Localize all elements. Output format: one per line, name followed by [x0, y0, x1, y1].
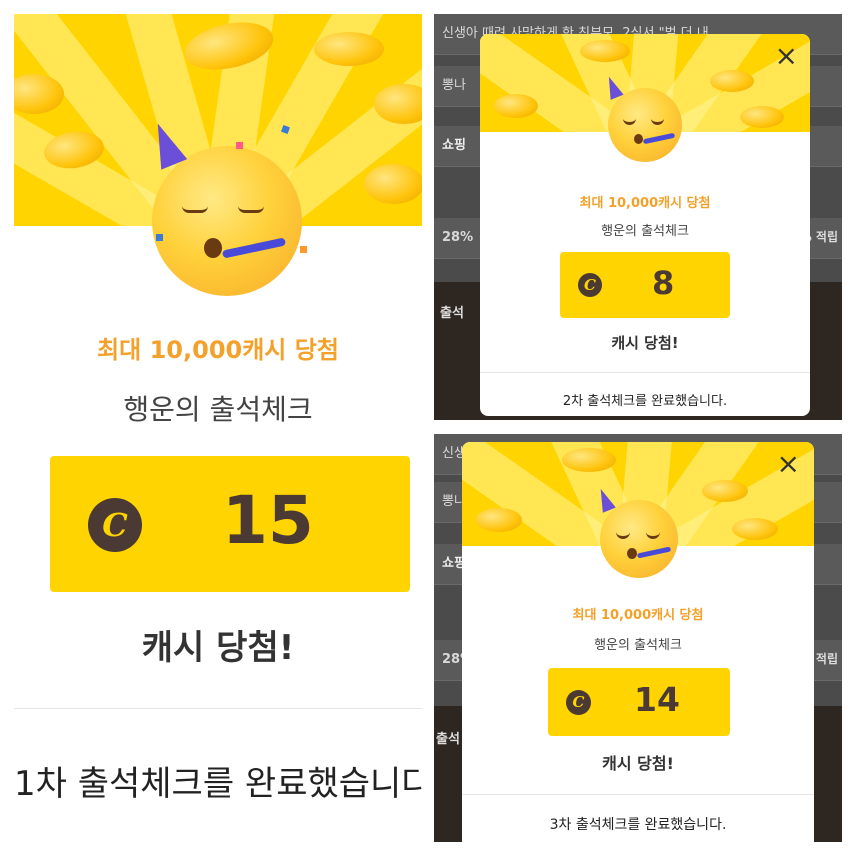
coin-decor	[702, 480, 748, 502]
screen-third-attendance: 신생아 때려 사망하게 한 친부모, 2심서 "벌 더 내... 뽕나 쇼핑 2…	[434, 434, 842, 842]
attendance-title: 행운의 출석체크	[594, 638, 682, 653]
reward-amount-box: C 8	[560, 252, 730, 318]
cash-coin-icon: C	[578, 273, 602, 297]
emoji-mouth	[204, 238, 222, 258]
coin-decor	[580, 40, 630, 62]
coin-decor	[476, 508, 522, 532]
coin-decor	[732, 518, 778, 540]
coin-decor	[710, 70, 754, 92]
attendance-dialog: × 최대 10,000캐시 당첨 행운의 출석체크 C 8 캐시 당첨! 2차 …	[480, 34, 810, 416]
partying-face-icon	[600, 500, 678, 578]
reward-amount: 14	[634, 680, 680, 719]
partying-face-icon	[152, 146, 302, 296]
attendance-dialog: × 최대 10,000캐시 당첨 행운의 출석체크 C 14 캐시 당첨! 3차…	[462, 442, 814, 842]
close-icon[interactable]: ×	[775, 42, 798, 70]
reward-amount-box: C 14	[548, 668, 730, 736]
cash-won-text: 캐시 당첨!	[141, 628, 295, 668]
completion-message: 3차 출석체크를 완료했습니다.	[549, 817, 727, 833]
coin-decor	[14, 74, 64, 114]
coin-decor	[562, 448, 616, 472]
partying-face-icon	[608, 88, 682, 162]
attendance-dialog-zoomed: 최대 10,000캐시 당첨 행운의 출석체크 C 15 캐시 당첨! 1차 출…	[14, 14, 422, 842]
cash-coin-icon: C	[88, 498, 142, 552]
close-icon[interactable]: ×	[777, 450, 800, 478]
coin-decor	[314, 32, 384, 66]
emoji-eye	[616, 532, 630, 539]
confetti	[156, 234, 163, 241]
cash-won-text: 캐시 당첨!	[602, 754, 674, 773]
coin-decor	[740, 106, 784, 128]
cash-coin-icon: C	[566, 690, 591, 715]
emoji-eye	[238, 206, 264, 213]
background-attendance-label: 출석	[436, 732, 460, 747]
attendance-title: 행운의 출석체크	[123, 393, 313, 426]
party-horn	[642, 132, 676, 145]
emoji-mouth	[627, 548, 637, 559]
coin-decor	[494, 94, 538, 118]
max-prize-text: 최대 10,000캐시 당첨	[579, 196, 711, 211]
emoji-eye	[182, 206, 208, 213]
emoji-eye	[623, 118, 636, 125]
screen-second-attendance: 신생아 때려 사망하게 한 친부모, 2심서 "벌 더 내... 뽕나 쇼핑 2…	[434, 14, 842, 420]
party-horn	[636, 546, 672, 559]
coin-decor	[364, 164, 422, 204]
completion-message: 1차 출석체크를 완료했습니다	[14, 764, 422, 804]
completion-message: 2차 출석체크를 완료했습니다.	[562, 394, 728, 409]
attendance-title: 행운의 출석체크	[601, 224, 689, 239]
max-prize-text: 최대 10,000캐시 당첨	[97, 336, 339, 364]
emoji-eye	[646, 532, 660, 539]
reward-amount-box: C 15	[50, 456, 410, 592]
confetti	[300, 246, 307, 253]
background-attendance-label: 출석	[440, 306, 464, 321]
divider	[480, 372, 810, 373]
emoji-mouth	[634, 134, 643, 144]
divider	[462, 794, 814, 795]
divider	[14, 708, 422, 709]
cash-won-text: 캐시 당첨!	[611, 334, 679, 352]
confetti	[236, 142, 243, 149]
reward-amount: 15	[222, 482, 314, 559]
reward-amount: 8	[652, 264, 675, 302]
emoji-eye	[651, 118, 664, 125]
max-prize-text: 최대 10,000캐시 당첨	[572, 608, 704, 623]
party-horn	[221, 237, 287, 259]
